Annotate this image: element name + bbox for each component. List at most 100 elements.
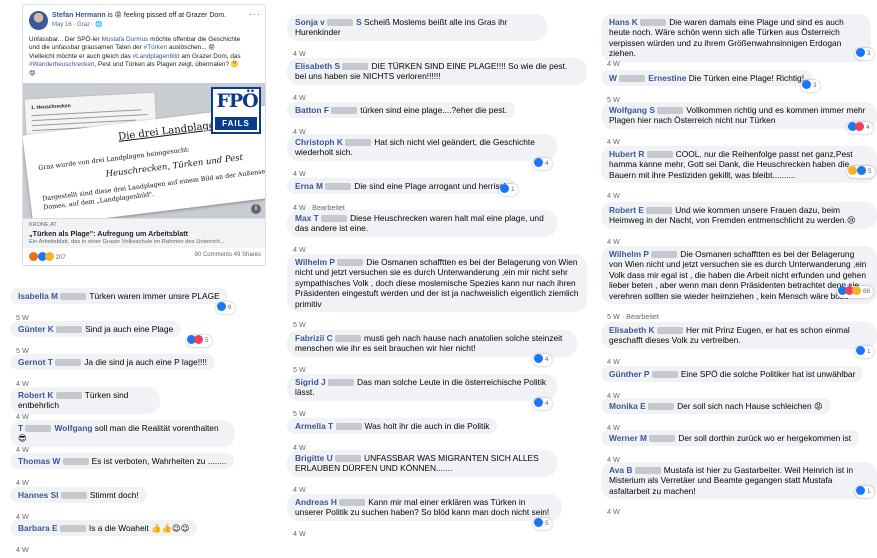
comment-timestamp[interactable]: 4 W <box>293 93 306 102</box>
hashtag-link[interactable]: #Türken <box>144 44 167 51</box>
commenter-name[interactable]: T <box>18 423 23 433</box>
like-reaction-icon <box>856 486 865 495</box>
reaction-badge[interactable]: 1 <box>499 184 518 196</box>
comment-bubble: Christoph K Hat sich nicht viel geändert… <box>287 134 557 161</box>
reaction-badge[interactable]: 88 <box>837 286 874 298</box>
commenter-name[interactable]: Wilhelm P <box>609 249 649 259</box>
reaction-badge[interactable]: 5 <box>847 166 875 178</box>
commenter-name[interactable]: Sonja v <box>295 17 325 27</box>
commenter-name[interactable]: Monika E <box>609 401 646 411</box>
commenter-name[interactable]: Brigitte U <box>295 453 333 463</box>
comment-timestamp[interactable]: 4 W <box>607 507 620 516</box>
commenter-name[interactable]: Wolfgang S <box>609 105 655 115</box>
mention-link[interactable]: Mustafa Durmus <box>101 36 148 43</box>
commenter-name-2[interactable]: S <box>356 17 362 27</box>
post-reactions[interactable]: 207 <box>29 252 66 261</box>
commenter-name[interactable]: Isabella M <box>18 291 58 301</box>
haha-reaction-icon <box>848 166 857 175</box>
commenter-name[interactable]: Barbara E <box>18 523 58 533</box>
reaction-badge[interactable]: 6 <box>216 302 235 314</box>
link-description: Ein Arbeitsblatt, das in einer Grazer Vo… <box>29 239 225 245</box>
reaction-badge[interactable]: 3 <box>801 80 820 92</box>
like-reaction-icon <box>534 158 543 167</box>
comment-timestamp[interactable]: 4 W <box>16 545 29 554</box>
reaction-badge[interactable]: 1 <box>855 486 874 498</box>
reaction-badge[interactable]: 1 <box>855 346 874 358</box>
post-image[interactable]: 1. Heuschrecken Die drei Landplagen Graz… <box>23 83 265 218</box>
commenter-name[interactable]: Sigrid J <box>295 377 326 387</box>
comment-timestamp[interactable]: 5 W <box>293 365 306 374</box>
comment-timestamp[interactable]: 4 W <box>293 49 306 58</box>
post-author-name[interactable]: Stefan Hermann <box>52 12 106 19</box>
reaction-badge[interactable]: 4 <box>533 354 552 366</box>
comment-timestamp[interactable]: 4 W <box>16 478 29 487</box>
commenter-name[interactable]: Hubert R <box>609 149 644 159</box>
comment-bubble: W Ernestine Die Türken eine Plage! Richt… <box>601 70 813 87</box>
link-preview[interactable]: KRONE.AT „Türken als Plage": Aufregung u… <box>23 218 265 248</box>
commenter-name[interactable]: Wilhelm P <box>295 257 335 267</box>
comment: Max T Diese Heuschrecken waren halt mal … <box>287 210 557 254</box>
commenter-name-2[interactable]: Wolfgang <box>54 423 92 433</box>
comment-timestamp[interactable]: 4 W <box>293 529 306 538</box>
reaction-badge[interactable]: 5 <box>533 518 552 530</box>
hashtag-link[interactable]: #Landplagenbild <box>133 53 180 60</box>
comment-text: COOL, nur die Reihenfolge passt net ganz… <box>609 149 853 180</box>
redacted-name <box>25 425 52 432</box>
commenter-name[interactable]: Werner M <box>609 433 647 443</box>
commenter-name[interactable]: Robert E <box>609 205 644 215</box>
post-stats[interactable]: 90 Comments 49 Shares <box>195 252 261 258</box>
commenter-name[interactable]: Christoph K <box>295 137 343 147</box>
commenter-name[interactable]: Günther P <box>609 369 649 379</box>
commenter-name[interactable]: Batton F <box>295 105 329 115</box>
redacted-name <box>651 251 678 258</box>
reaction-badge[interactable]: 3 <box>855 48 874 60</box>
more-options-icon[interactable]: ··· <box>249 9 261 19</box>
comment: Thomas W Es ist verboten, Wahrheiten zu … <box>10 453 240 487</box>
comment-timestamp[interactable]: 5 W <box>293 409 306 418</box>
commenter-name[interactable]: Gernot T <box>18 357 53 367</box>
comment-timestamp[interactable]: 4 W <box>293 245 306 254</box>
commenter-name[interactable]: Hans K <box>609 17 638 27</box>
comment-timestamp[interactable]: 5 W <box>293 320 306 329</box>
comment-text: Die sind eine Plage arrogant und herrisc… <box>354 181 509 191</box>
comment-timestamp[interactable]: 4 W <box>607 191 620 200</box>
commenter-name[interactable]: Andreas H <box>295 497 337 507</box>
commenter-name[interactable]: Günter K <box>18 324 54 334</box>
comment-timestamp[interactable]: 4 W <box>293 169 306 178</box>
comment: Wilhelm P Die Osmanen schafftten es bei … <box>601 246 877 321</box>
commenter-name[interactable]: W <box>609 73 617 83</box>
comment: Sigrid J Das man solche Leute in die öst… <box>287 374 557 418</box>
comment: Hannes Sl Stimmt doch! 4 W <box>10 487 160 521</box>
author-avatar[interactable] <box>29 11 48 30</box>
commenter-name[interactable]: Hannes Sl <box>18 490 59 500</box>
reaction-badge[interactable]: 4 <box>533 398 552 410</box>
commenter-name[interactable]: Max T <box>295 213 319 223</box>
commenter-name-2[interactable]: Ernestine <box>648 73 686 83</box>
comment-timestamp[interactable]: 5 W · Bearbeitet <box>607 312 659 321</box>
commenter-name[interactable]: Fabrizii C <box>295 333 333 343</box>
commenter-name[interactable]: Elisabeth S <box>295 61 340 71</box>
reaction-badge[interactable]: 4 <box>533 158 552 170</box>
comment-bubble: Batton F türken sind eine plage....?eher… <box>287 102 515 119</box>
comment-timestamp[interactable]: 4 W <box>607 357 620 366</box>
commenter-name[interactable]: Robert K <box>18 390 53 400</box>
comment-timestamp[interactable]: 4 W <box>607 59 620 68</box>
comment-bubble: Günter K Sind ja auch eine Plage <box>10 321 182 338</box>
comment-bubble: Ava B Mustafa ist hier zu Gastarbeiter. … <box>601 462 877 500</box>
link-title[interactable]: „Türken als Plage": Aufregung um Arbeits… <box>29 229 188 238</box>
reaction-badge[interactable]: 4 <box>847 122 873 134</box>
commenter-name[interactable]: Erna M <box>295 181 323 191</box>
comment-timestamp[interactable]: 4 W <box>293 485 306 494</box>
comment-text: Sind ja auch eine Plage <box>85 324 174 334</box>
commenter-name[interactable]: Ava B <box>609 465 632 475</box>
comment-bubble: Robert K Türken sind entbehrlich <box>10 387 160 414</box>
hashtag-link[interactable]: #Wanderheuschrecken <box>29 61 94 68</box>
reaction-badge[interactable]: 5 <box>186 335 212 347</box>
comment-timestamp[interactable]: 4 W <box>607 237 620 246</box>
redacted-name <box>60 492 87 499</box>
commenter-name[interactable]: Armella T <box>295 421 333 431</box>
commenter-name[interactable]: Thomas W <box>18 456 60 466</box>
commenter-name[interactable]: Elisabeth K <box>609 325 655 335</box>
comment-timestamp[interactable]: 4 W <box>607 137 620 146</box>
info-icon[interactable]: i <box>251 204 261 214</box>
